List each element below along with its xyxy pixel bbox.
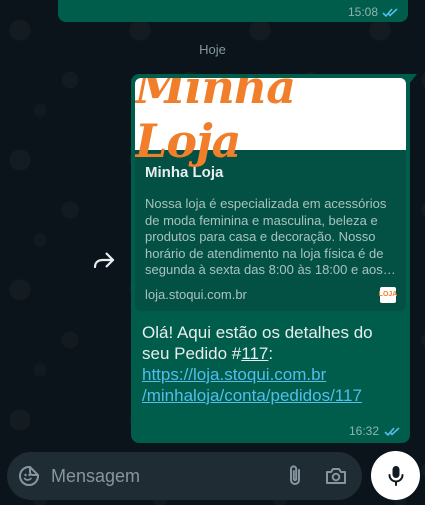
previous-message-time: 15:08 — [347, 5, 378, 19]
link-preview-image: Minha Loja — [135, 78, 406, 168]
message-bubble[interactable]: Minha Loja Minha Loja Nossa loja é espec… — [131, 74, 417, 443]
message-text: Olá! Aqui estão os detalhes do seu Pedid… — [135, 311, 406, 406]
voice-record-button[interactable] — [371, 451, 420, 500]
microphone-icon — [388, 465, 403, 486]
previous-message-meta: 15:08 — [348, 5, 398, 19]
attach-button[interactable] — [283, 463, 306, 489]
double-check-read-icon — [384, 426, 400, 436]
link-preview-description: Nossa loja é especializada em acessórios… — [145, 196, 387, 277]
emoji-sticker-button[interactable] — [17, 463, 41, 489]
camera-icon — [326, 468, 346, 484]
link-preview-card[interactable]: Minha Loja Minha Loja Nossa loja é espec… — [135, 78, 406, 311]
store-logo: Minha Loja — [135, 78, 296, 168]
order-link-line1[interactable]: https://loja.stoqui.com.br — [142, 364, 399, 385]
paperclip-icon — [289, 465, 300, 485]
link-preview-domain: loja.stoqui.com.br — [145, 287, 247, 302]
message-colon: : — [268, 343, 274, 363]
message-meta: 16:32 — [349, 424, 400, 438]
order-number[interactable]: 117 — [241, 344, 268, 363]
emoji-sticker-icon — [19, 466, 39, 486]
favicon-text: LOJA — [378, 291, 398, 298]
message-time: 16:32 — [348, 424, 379, 438]
forward-button[interactable] — [82, 240, 126, 280]
site-favicon-icon: LOJA — [378, 286, 398, 303]
previous-message-bubble[interactable]: 15:08 — [58, 0, 408, 22]
forward-icon — [93, 252, 115, 269]
double-check-read-icon — [382, 7, 398, 17]
order-link-line2[interactable]: /minhaloja/conta/pedidos/117 — [142, 385, 399, 406]
message-input[interactable] — [51, 465, 283, 487]
camera-button[interactable] — [324, 463, 348, 489]
date-separator: Hoje — [187, 39, 238, 60]
message-composer — [7, 452, 362, 500]
